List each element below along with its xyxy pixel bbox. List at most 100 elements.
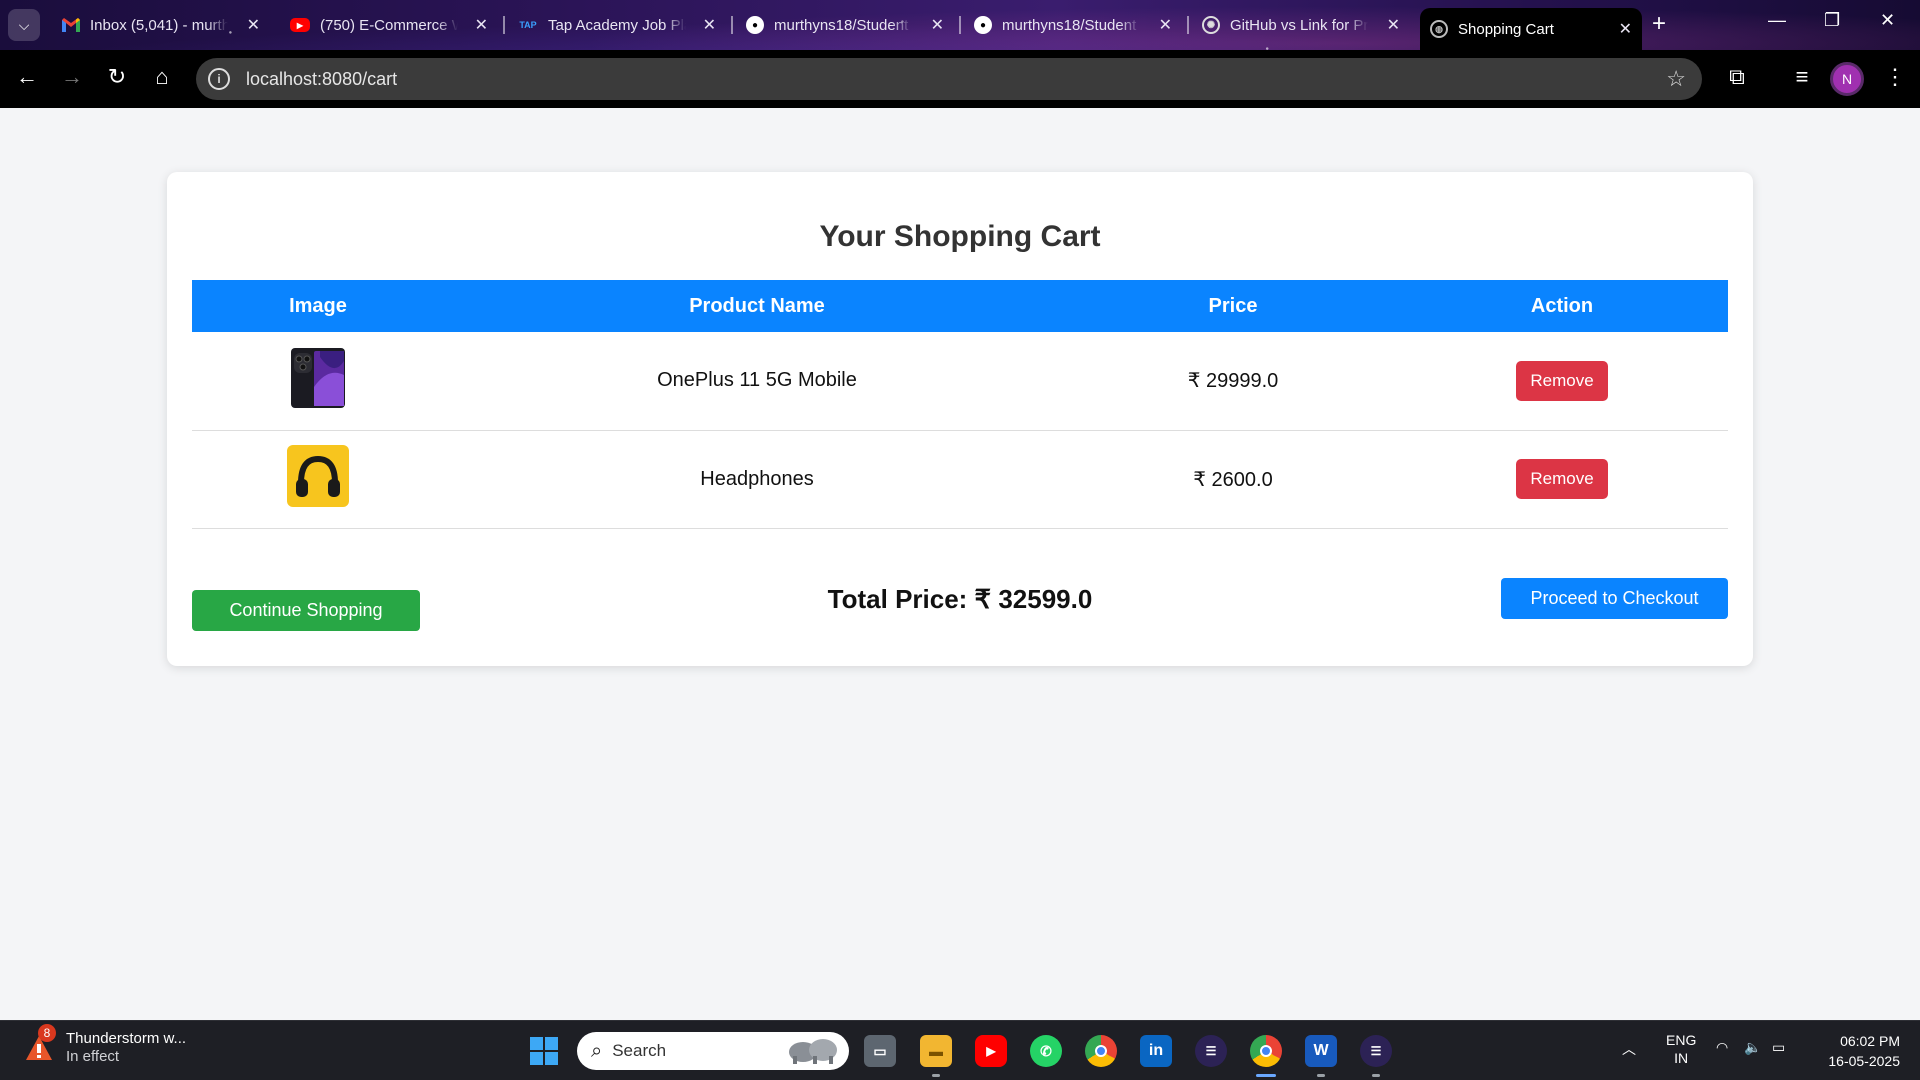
tab-gmail[interactable]: Inbox (5,041) - murth ✕ <box>52 8 270 42</box>
tab-shopping-cart[interactable]: ◍ Shopping Cart ✕ <box>1420 8 1642 50</box>
task-view-icon[interactable]: ▭ <box>864 1035 896 1067</box>
forward-button[interactable]: → <box>57 64 87 90</box>
time: 06:02 PM <box>1840 1033 1900 1049</box>
eclipse-icon[interactable]: ☰ <box>1195 1035 1227 1067</box>
home-button[interactable]: ⌂ <box>147 64 177 90</box>
site-info-icon[interactable]: i <box>208 68 230 90</box>
playlist-icon: ≡ <box>1795 64 1809 89</box>
minimize-icon: — <box>1768 10 1786 30</box>
more-vertical-icon: ⋮ <box>1884 64 1906 89</box>
product-image-cell <box>192 332 444 431</box>
eclipse-icon[interactable]: ☰ <box>1360 1035 1392 1067</box>
new-tab-button[interactable]: + <box>1652 10 1666 38</box>
weather-widget[interactable]: 8 Thunderstorm w... In effect <box>22 1024 187 1065</box>
browser-toolbar: ← → ↻ ⌂ i localhost:8080/cart ☆ ⧉ ≡ N ⋮ <box>0 50 1920 108</box>
chevron-up-icon[interactable]: ︿ <box>1622 1039 1636 1059</box>
chrome-profile-icon[interactable] <box>1250 1035 1282 1067</box>
close-icon[interactable]: ✕ <box>1619 19 1632 39</box>
tab-separator <box>731 16 733 34</box>
remove-button[interactable]: Remove <box>1516 360 1608 401</box>
search-placeholder: Search <box>612 1041 667 1060</box>
cart-table: Image Product Name Price Action OnePlus … <box>192 280 1728 529</box>
tab-title: murthyns18/Student <box>1002 16 1137 34</box>
tab-separator <box>959 16 961 34</box>
extensions-button[interactable]: ⧉ <box>1722 64 1752 90</box>
reload-button[interactable]: ↻ <box>102 64 132 90</box>
close-icon[interactable]: ✕ <box>1159 15 1172 35</box>
whatsapp-icon[interactable]: ✆ <box>1030 1035 1062 1067</box>
tab-chatgpt[interactable]: ✺ GitHub vs Link for Pr ✕ <box>1192 8 1410 42</box>
close-icon[interactable]: ✕ <box>931 15 944 35</box>
tap-academy-icon: TAP <box>519 20 537 30</box>
column-header-action: Action <box>1530 294 1594 317</box>
column-header-image: Image <box>289 294 347 317</box>
chrome-icon[interactable] <box>1085 1035 1117 1067</box>
product-price: ₹ 29999.0 <box>1070 332 1396 431</box>
close-icon[interactable]: ✕ <box>247 15 260 35</box>
page-title: Your Shopping Cart <box>819 220 1101 253</box>
action-cell: Remove <box>1396 332 1728 431</box>
minimize-button[interactable]: — <box>1768 10 1786 31</box>
weather-icon: 8 <box>22 1024 56 1064</box>
clock[interactable]: 06:02 PM 16-05-2025 <box>1810 1031 1900 1071</box>
tab-tap-academy[interactable]: TAP Tap Academy Job Pla ✕ <box>508 8 726 42</box>
url-text[interactable]: localhost:8080/cart <box>246 69 397 90</box>
tab-github-1[interactable]: ● murthyns18/Student ✕ <box>736 8 954 42</box>
close-window-button[interactable]: ✕ <box>1880 10 1895 31</box>
arrow-left-icon: ← <box>16 64 38 89</box>
linkedin-icon[interactable]: in <box>1140 1035 1172 1067</box>
tab-search-button[interactable]: ⌵ <box>8 9 40 41</box>
close-icon[interactable]: ✕ <box>1387 15 1400 35</box>
tab-title: (750) E-Commerce W <box>320 16 458 34</box>
phone-image <box>290 347 346 415</box>
cart-card: Your Shopping Cart Image Product Name Pr… <box>167 172 1753 666</box>
weather-title: Thunderstorm w... <box>66 1030 187 1047</box>
column-header-price: Price <box>1208 294 1258 317</box>
file-explorer-icon[interactable]: ▬ <box>920 1035 952 1067</box>
battery-icon[interactable]: ▭ <box>1772 1039 1785 1056</box>
search-highlight-icon <box>785 1034 839 1069</box>
tab-separator <box>503 16 505 34</box>
tab-title: GitHub vs Link for Pr <box>1230 16 1368 34</box>
puzzle-icon: ⧉ <box>1729 64 1745 89</box>
media-controls-button[interactable]: ≡ <box>1787 64 1817 90</box>
product-price: ₹ 2600.0 <box>1070 430 1396 529</box>
profile-avatar[interactable]: N <box>1830 62 1864 96</box>
tab-title: Tap Academy Job Pla <box>548 16 686 34</box>
wifi-icon[interactable]: ◠ <box>1716 1039 1728 1056</box>
restore-button[interactable]: ❐ <box>1824 10 1840 31</box>
taskbar-search[interactable]: ⌕ Search <box>577 1032 849 1070</box>
tab-separator <box>1187 16 1189 34</box>
bookmark-star-icon[interactable]: ☆ <box>1666 66 1686 92</box>
tab-github-2[interactable]: ● murthyns18/Student ✕ <box>964 8 1182 42</box>
headphones-image <box>287 445 349 513</box>
tab-title: Inbox (5,041) - murth <box>90 16 228 34</box>
youtube-icon[interactable]: ▶ <box>975 1035 1007 1067</box>
product-name: Headphones <box>444 430 1070 529</box>
language-indicator[interactable]: ENG IN <box>1666 1031 1696 1067</box>
github-icon: ● <box>746 16 764 34</box>
table-row: Headphones ₹ 2600.0 Remove <box>192 430 1728 529</box>
product-image-cell <box>192 430 444 529</box>
word-icon[interactable]: W <box>1305 1035 1337 1067</box>
proceed-to-checkout-button[interactable]: Proceed to Checkout <box>1501 578 1728 619</box>
volume-icon[interactable]: 🔈 <box>1744 1039 1761 1056</box>
youtube-icon: ▶ <box>290 18 310 32</box>
address-bar[interactable]: i localhost:8080/cart ☆ <box>196 58 1702 100</box>
close-icon[interactable]: ✕ <box>703 15 716 35</box>
column-header-product-name: Product Name <box>689 294 825 317</box>
start-button[interactable] <box>528 1035 560 1067</box>
tab-youtube[interactable]: ▶ (750) E-Commerce W ✕ <box>280 8 498 42</box>
reload-icon: ↻ <box>107 64 127 89</box>
arrow-right-icon: → <box>61 64 83 89</box>
running-indicator <box>1372 1074 1380 1077</box>
remove-button[interactable]: Remove <box>1516 459 1608 499</box>
tab-title: Shopping Cart <box>1458 20 1554 38</box>
close-icon[interactable]: ✕ <box>475 15 488 35</box>
running-indicator <box>932 1074 940 1077</box>
browser-chrome: ⌵ Inbox (5,041) - murth ✕ ▶ (750) E-Comm… <box>0 0 1920 108</box>
menu-button[interactable]: ⋮ <box>1880 64 1910 90</box>
back-button[interactable]: ← <box>12 64 42 90</box>
continue-shopping-button[interactable]: Continue Shopping <box>192 590 420 631</box>
taskbar: 8 Thunderstorm w... In effect ⌕ Search ▭… <box>0 1020 1920 1080</box>
